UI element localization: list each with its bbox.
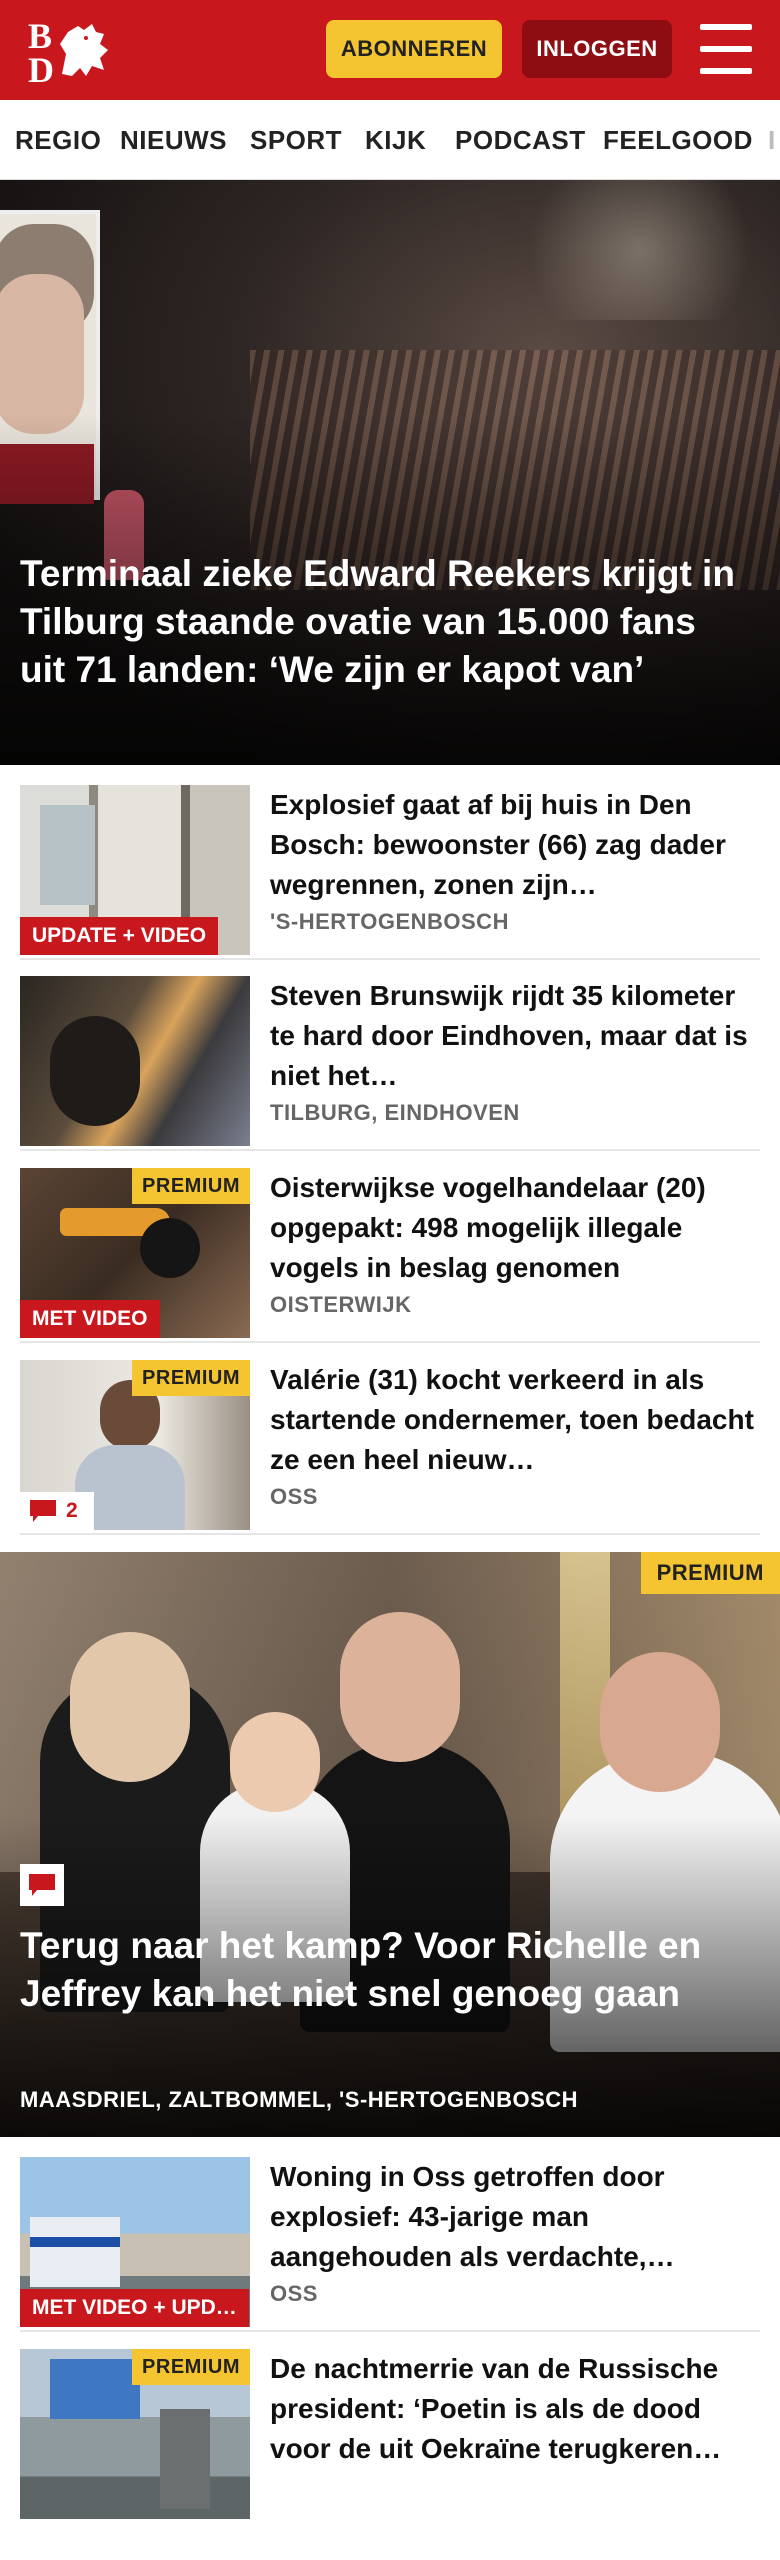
feature-location: MAASDRIEL, ZALTBOMMEL, 'S-HERTOGENBOSCH xyxy=(20,2087,579,2112)
feature-title[interactable]: Terug naar het kamp? Voor Richelle en Je… xyxy=(20,1922,740,2018)
svg-text:D: D xyxy=(28,50,54,86)
article-thumbnail[interactable] xyxy=(20,976,250,1146)
login-button[interactable]: INLOGGEN xyxy=(522,20,672,78)
video-update-badge: MET VIDEO + UPD… xyxy=(20,2289,249,2327)
article-thumbnail[interactable]: PREMIUM 2 xyxy=(20,1360,250,1530)
article-location: OSS xyxy=(270,1484,318,1509)
article-title[interactable]: Oisterwijkse vogelhandelaar (20) opgepak… xyxy=(270,1168,760,1288)
comment-count: 2 xyxy=(66,1499,78,1522)
article-thumbnail[interactable]: PREMIUM MET VIDEO xyxy=(20,1168,250,1338)
list-item[interactable]: UPDATE + VIDEO Explosief gaat af bij hui… xyxy=(20,785,760,960)
comment-icon[interactable] xyxy=(20,1864,64,1906)
premium-badge: PREMIUM xyxy=(132,1360,250,1396)
nav-item-kijk[interactable]: KIJK xyxy=(365,100,426,179)
article-title[interactable]: Explosief gaat af bij huis in Den Bosch:… xyxy=(270,785,760,905)
comment-bubble-icon xyxy=(29,1874,55,1896)
feature-article[interactable]: PREMIUM Terug naar het kamp? Voor Richel… xyxy=(0,1552,780,2137)
article-title[interactable]: De nachtmerrie van de Russische presiden… xyxy=(270,2349,760,2469)
billboard-shape xyxy=(50,2359,140,2419)
nav-item-overflow[interactable]: I xyxy=(768,100,776,179)
nav-item-sport[interactable]: SPORT xyxy=(250,100,342,179)
premium-badge: PREMIUM xyxy=(132,1168,250,1204)
list-item[interactable]: PREMIUM 2 Valérie (31) kocht verkeerd in… xyxy=(20,1360,760,1535)
video-badge: MET VIDEO xyxy=(20,1300,160,1338)
nav-item-feelgood[interactable]: FEELGOOD xyxy=(603,100,753,179)
article-title[interactable]: Valérie (31) kocht verkeerd in als start… xyxy=(270,1360,760,1480)
hero-article[interactable]: Terminaal zieke Edward Reekers krijgt in… xyxy=(0,180,780,765)
article-location: TILBURG, EINDHOVEN xyxy=(270,1100,520,1125)
list-item[interactable]: Steven Brunswijk rijdt 35 kilometer te h… xyxy=(20,976,760,1151)
hamburger-menu-icon[interactable] xyxy=(700,24,752,74)
article-thumbnail[interactable]: MET VIDEO + UPD… xyxy=(20,2157,250,2327)
article-thumbnail[interactable]: PREMIUM xyxy=(20,2349,250,2519)
article-location: OSS xyxy=(270,2281,318,2306)
article-thumbnail[interactable]: UPDATE + VIDEO xyxy=(20,785,250,955)
section-nav: REGIO NIEUWS SPORT KIJK PODCAST FEELGOOD… xyxy=(0,100,780,180)
comment-count-badge[interactable]: 2 xyxy=(20,1492,94,1530)
nav-item-nieuws[interactable]: NIEUWS xyxy=(120,100,227,179)
driver-silhouette xyxy=(50,1016,140,1126)
subscribe-button[interactable]: ABONNEREN xyxy=(326,20,502,78)
premium-badge: PREMIUM xyxy=(640,1552,780,1594)
hero-title[interactable]: Terminaal zieke Edward Reekers krijgt in… xyxy=(20,550,740,694)
comment-icon xyxy=(30,1500,56,1522)
window-shape xyxy=(40,805,95,905)
bird-head-shape xyxy=(140,1218,200,1278)
article-title[interactable]: Steven Brunswijk rijdt 35 kilometer te h… xyxy=(270,976,760,1096)
list-item[interactable]: MET VIDEO + UPD… Woning in Oss getroffen… xyxy=(20,2157,760,2332)
feature-gradient xyxy=(0,1552,780,2137)
premium-badge: PREMIUM xyxy=(132,2349,250,2385)
article-title[interactable]: Woning in Oss getroffen door explosief: … xyxy=(270,2157,760,2277)
monument-shape xyxy=(160,2409,210,2509)
site-header: B D ABONNEREN INLOGGEN xyxy=(0,0,780,100)
list-item[interactable]: PREMIUM De nachtmerrie van de Russische … xyxy=(20,2349,760,2524)
police-van-shape xyxy=(30,2217,120,2287)
bd-logo[interactable]: B D xyxy=(22,14,118,86)
nav-item-podcast[interactable]: PODCAST xyxy=(455,100,586,179)
police-stripe-shape xyxy=(30,2237,120,2247)
article-location: OISTERWIJK xyxy=(270,1292,412,1317)
list-item[interactable]: PREMIUM MET VIDEO Oisterwijkse vogelhand… xyxy=(20,1168,760,1343)
nav-item-regio[interactable]: REGIO xyxy=(15,100,101,179)
article-location: 'S-HERTOGENBOSCH xyxy=(270,909,509,934)
update-video-badge: UPDATE + VIDEO xyxy=(20,917,219,955)
